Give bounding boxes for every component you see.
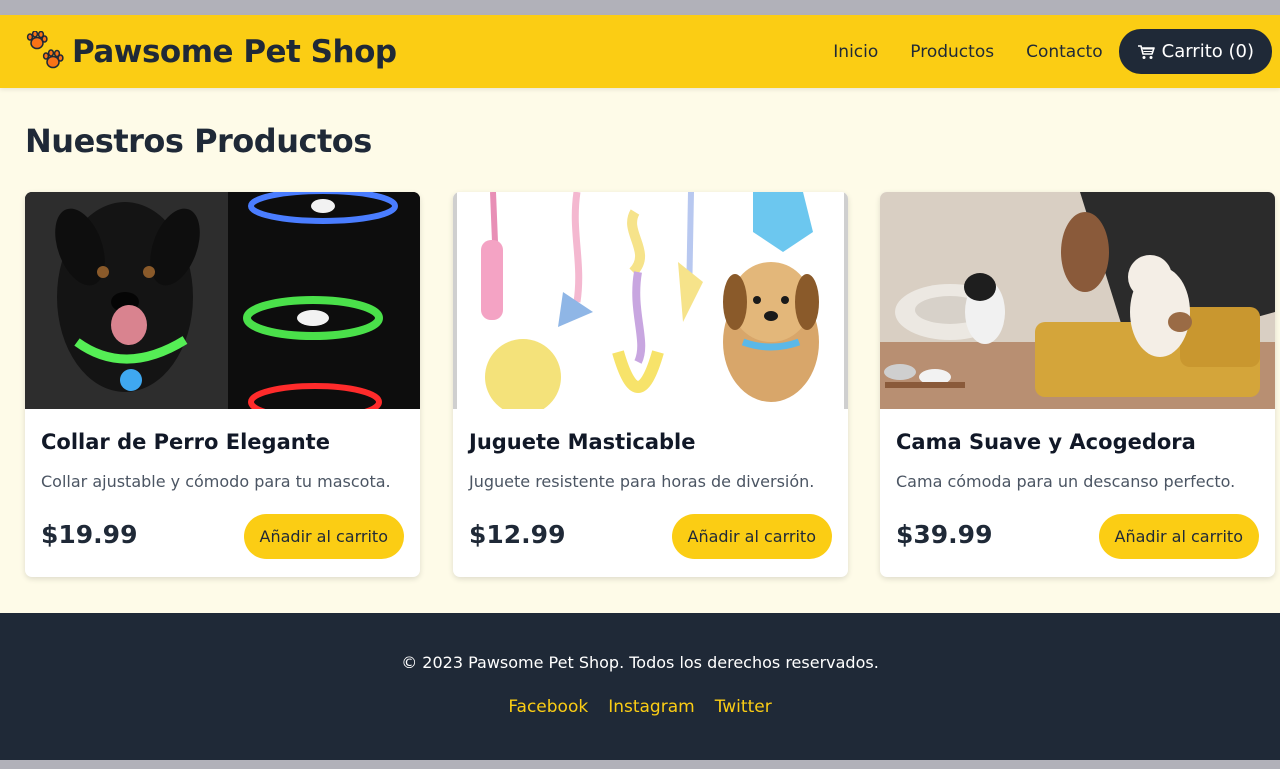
social-link-instagram[interactable]: Instagram: [608, 697, 695, 717]
social-links: Facebook Instagram Twitter: [0, 697, 1280, 717]
main-content: Nuestros Productos Collar de Perro Elega…: [0, 88, 1280, 613]
browser-bottom-strip: [0, 760, 1280, 769]
nav-link-productos[interactable]: Productos: [910, 42, 994, 62]
shopping-cart-icon: [1137, 44, 1155, 59]
browser-top-strip: [0, 0, 1280, 15]
nav-link-contacto[interactable]: Contacto: [1026, 42, 1103, 62]
brand[interactable]: Pawsome Pet Shop: [26, 30, 397, 73]
site-header: Pawsome Pet Shop Inicio Productos Contac…: [0, 15, 1280, 88]
product-card-toy: Juguete Masticable Juguete resistente pa…: [453, 192, 848, 577]
social-link-twitter[interactable]: Twitter: [715, 697, 772, 717]
social-link-facebook[interactable]: Facebook: [508, 697, 588, 717]
add-to-cart-button[interactable]: Añadir al carrito: [243, 514, 404, 559]
product-description: Juguete resistente para horas de diversi…: [469, 472, 815, 491]
product-price: $19.99: [41, 520, 138, 549]
cart-button[interactable]: Carrito (0): [1118, 29, 1272, 74]
product-card-collar: Collar de Perro Elegante Collar ajustabl…: [25, 192, 420, 577]
main-nav: Inicio Productos Contacto Carrito (0): [833, 29, 1272, 74]
product-image-bed: [880, 192, 1275, 409]
product-name: Juguete Masticable: [469, 430, 696, 454]
add-to-cart-button[interactable]: Añadir al carrito: [671, 514, 832, 559]
page-title: Nuestros Productos: [25, 122, 372, 160]
product-card-bed: Cama Suave y Acogedora Cama cómoda para …: [880, 192, 1275, 577]
copyright-text: © 2023 Pawsome Pet Shop. Todos los derec…: [401, 653, 879, 672]
paw-prints-icon: [26, 30, 64, 68]
add-to-cart-button[interactable]: Añadir al carrito: [1098, 514, 1259, 559]
product-description: Cama cómoda para un descanso perfecto.: [896, 472, 1236, 491]
nav-link-inicio[interactable]: Inicio: [833, 42, 878, 62]
product-price: $39.99: [896, 520, 993, 549]
product-image-collar: [25, 192, 420, 409]
product-name: Cama Suave y Acogedora: [896, 430, 1196, 454]
product-image-toy: [453, 192, 848, 409]
brand-name: Pawsome Pet Shop: [72, 33, 397, 70]
product-description: Collar ajustable y cómodo para tu mascot…: [41, 472, 391, 491]
product-name: Collar de Perro Elegante: [41, 430, 330, 454]
site-footer: © 2023 Pawsome Pet Shop. Todos los derec…: [0, 613, 1280, 760]
product-price: $12.99: [469, 520, 566, 549]
cart-label: Carrito (0): [1161, 41, 1254, 62]
